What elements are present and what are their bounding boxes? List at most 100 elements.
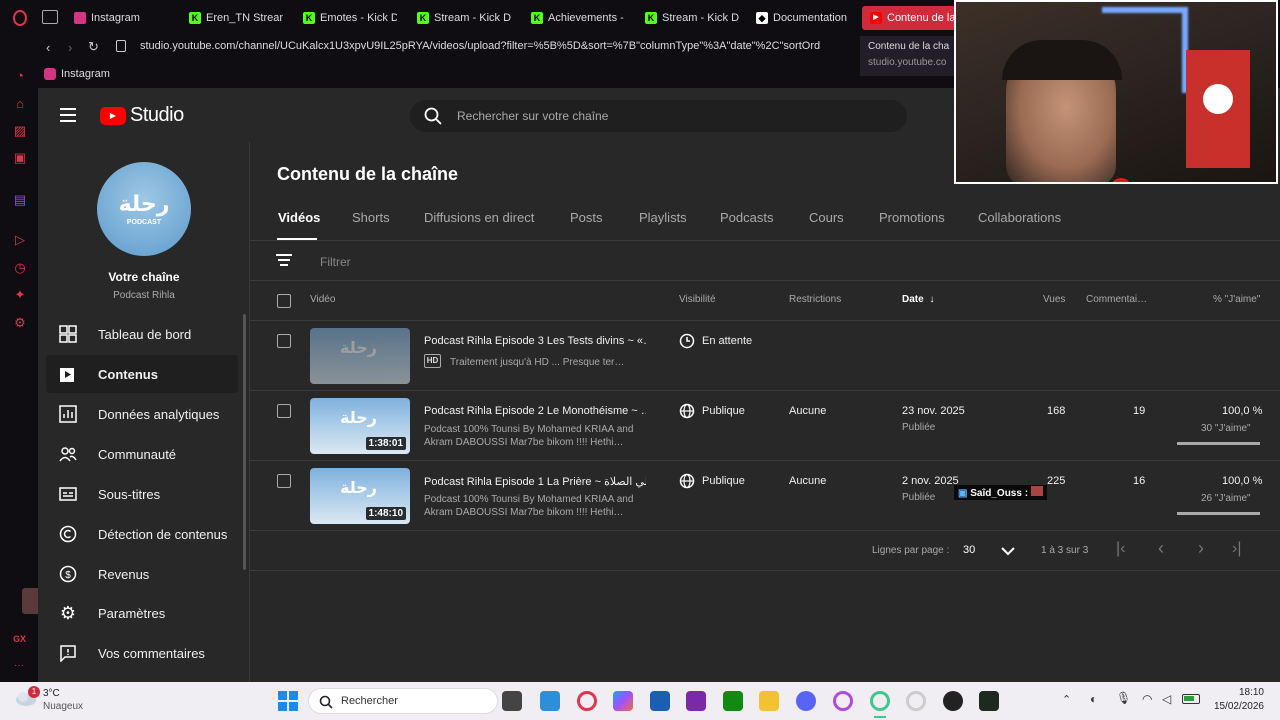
tray-app-icon[interactable]: ◐ [1090, 692, 1097, 706]
tab-documentation[interactable]: ◆ Documentation [756, 6, 848, 30]
twitch-icon[interactable]: ▤ [12, 192, 28, 208]
next-page-icon[interactable]: › [1198, 538, 1204, 559]
table-row[interactable]: رحلة 1:38:01 Podcast Rihla Episode 2 Le … [250, 391, 1280, 461]
url-field[interactable]: studio.youtube.com/channel/UCuKalcx1U3xp… [140, 40, 860, 52]
history-icon[interactable]: ◷ [12, 260, 28, 276]
widgets-icon[interactable] [540, 691, 560, 711]
nav-content[interactable]: Contenus [46, 355, 238, 393]
video-title[interactable]: Podcast Rihla Episode 3 Les Tests divins… [424, 335, 646, 347]
visibility-value[interactable]: En attente [702, 335, 752, 347]
opera-inactive-icon[interactable] [906, 691, 926, 711]
rows-per-page-value[interactable]: 30 [963, 544, 975, 556]
nav-copyright[interactable]: Détection de contenus [46, 515, 238, 553]
back-icon[interactable]: ‹ [46, 40, 50, 55]
video-thumbnail[interactable]: رحلة 1:48:10 [310, 468, 410, 524]
row-checkbox[interactable] [277, 334, 291, 348]
search-input[interactable]: Rechercher sur votre chaîne [457, 109, 608, 123]
aria-icon[interactable]: ◔ [12, 68, 28, 84]
tab-posts[interactable]: Posts [570, 210, 603, 225]
filter-input[interactable]: Filtrer [320, 255, 351, 269]
tab-shorts[interactable]: Shorts [352, 210, 390, 225]
tab-youtube-studio[interactable]: ▶ Contenu de la [862, 6, 956, 30]
extensions-icon[interactable]: ✦ [12, 287, 28, 303]
player-icon[interactable]: ▷ [12, 232, 28, 248]
tray-chevron-icon[interactable]: ⌃ [1062, 693, 1071, 706]
microphone-icon[interactable]: 🎙 [1116, 691, 1131, 705]
gx-control-icon[interactable]: ⌂ [12, 96, 28, 112]
col-date[interactable]: Date ↓ [902, 294, 934, 305]
tab-instagram[interactable]: Instagram [74, 6, 179, 30]
nav-analytics[interactable]: Données analytiques [46, 395, 238, 433]
tab-kick-5[interactable]: K Stream - Kick D [645, 6, 739, 30]
opera-logo-icon[interactable] [12, 10, 28, 26]
nav-subtitles[interactable]: Sous-titres [46, 475, 238, 513]
col-comments[interactable]: Commentai… [1086, 294, 1147, 305]
nav-dashboard[interactable]: Tableau de bord [46, 315, 238, 353]
store-icon[interactable] [650, 691, 670, 711]
tab-workspace-icon[interactable] [42, 10, 58, 24]
nav-community[interactable]: Communauté [46, 435, 238, 473]
forward-icon[interactable]: › [68, 40, 72, 55]
copilot-icon[interactable] [613, 691, 633, 711]
app-icon[interactable] [686, 691, 706, 711]
chevron-down-icon[interactable] [1001, 546, 1015, 556]
studio-logo[interactable]: ▶ Studio [100, 104, 184, 127]
discord-icon[interactable] [796, 691, 816, 711]
more-icon[interactable]: ··· [14, 660, 24, 671]
tab-courses[interactable]: Cours [809, 210, 844, 225]
clock-time[interactable]: 18:10 [1230, 687, 1264, 698]
video-title[interactable]: Podcast Rihla Episode 1 La Prière ~ ولي … [424, 475, 646, 488]
battery-icon[interactable] [1182, 694, 1200, 704]
tab-kick-1[interactable]: K Eren_TN Stream [189, 6, 283, 30]
wifi-icon[interactable]: ◠ [1142, 692, 1152, 706]
col-views[interactable]: Vues [1043, 294, 1065, 305]
video-title[interactable]: Podcast Rihla Episode 2 Le Monothéisme ~… [424, 405, 646, 417]
tab-videos[interactable]: Vidéos [278, 210, 320, 225]
visibility-value[interactable]: Publique [702, 475, 745, 487]
prev-page-icon[interactable]: ‹ [1158, 538, 1164, 559]
tab-kick-3[interactable]: K Stream - Kick D [417, 6, 511, 30]
opera-gx-icon[interactable] [833, 691, 853, 711]
video-thumbnail[interactable]: رحلة 1:38:01 [310, 398, 410, 454]
xbox-icon[interactable] [723, 691, 743, 711]
nav-feedback[interactable]: Vos commentaires [46, 634, 238, 672]
taskbar-search-input[interactable]: Rechercher [341, 695, 398, 707]
reload-icon[interactable]: ↻ [88, 39, 99, 55]
bookmark-instagram[interactable]: Instagram [44, 68, 110, 80]
tab-live[interactable]: Diffusions en direct [424, 210, 534, 225]
tab-promotions[interactable]: Promotions [879, 210, 945, 225]
kick-studio-icon[interactable] [979, 691, 999, 711]
file-explorer-icon[interactable] [759, 691, 779, 711]
row-checkbox[interactable] [277, 404, 291, 418]
row-checkbox[interactable] [277, 474, 291, 488]
opera-alt-icon[interactable] [870, 691, 890, 711]
filter-icon[interactable] [276, 254, 292, 266]
tab-podcasts[interactable]: Podcasts [720, 210, 773, 225]
clock-date[interactable]: 15/02/2026 [1206, 701, 1264, 712]
menu-icon[interactable] [60, 108, 76, 122]
windows-start-icon[interactable] [278, 691, 298, 711]
select-all-checkbox[interactable] [277, 294, 291, 308]
col-restrictions[interactable]: Restrictions [789, 294, 841, 305]
channel-avatar[interactable]: رحلة PODCAST [97, 162, 191, 256]
tab-collaborations[interactable]: Collaborations [978, 210, 1061, 225]
taskbar-search[interactable]: Rechercher [308, 688, 498, 714]
opera-icon[interactable] [577, 691, 597, 711]
tab-kick-4[interactable]: K Achievements - [531, 6, 625, 30]
visibility-value[interactable]: Publique [702, 405, 745, 417]
channel-search[interactable]: Rechercher sur votre chaîne [410, 100, 907, 132]
tab-playlists[interactable]: Playlists [639, 210, 687, 225]
nav-revenue[interactable]: $ Revenus [46, 555, 238, 593]
col-visibility[interactable]: Visibilité [679, 294, 716, 305]
video-thumbnail[interactable]: رحلة [310, 328, 410, 384]
nav-settings[interactable]: ⚙ Paramètres [46, 594, 238, 632]
col-likes[interactable]: % "J'aime" [1213, 294, 1260, 305]
settings-gear-icon[interactable]: ⚙ [12, 315, 28, 331]
task-view-icon[interactable] [502, 691, 522, 711]
last-page-icon[interactable]: ›| [1232, 540, 1241, 558]
table-row[interactable]: رحلة 1:48:10 Podcast Rihla Episode 1 La … [250, 461, 1280, 531]
tab-kick-2[interactable]: K Emotes - Kick D [303, 6, 397, 30]
gx-corner-icon[interactable]: ▨ [12, 123, 28, 139]
table-row[interactable]: رحلة Podcast Rihla Episode 3 Les Tests d… [250, 321, 1280, 391]
first-page-icon[interactable]: |‹ [1116, 540, 1125, 558]
